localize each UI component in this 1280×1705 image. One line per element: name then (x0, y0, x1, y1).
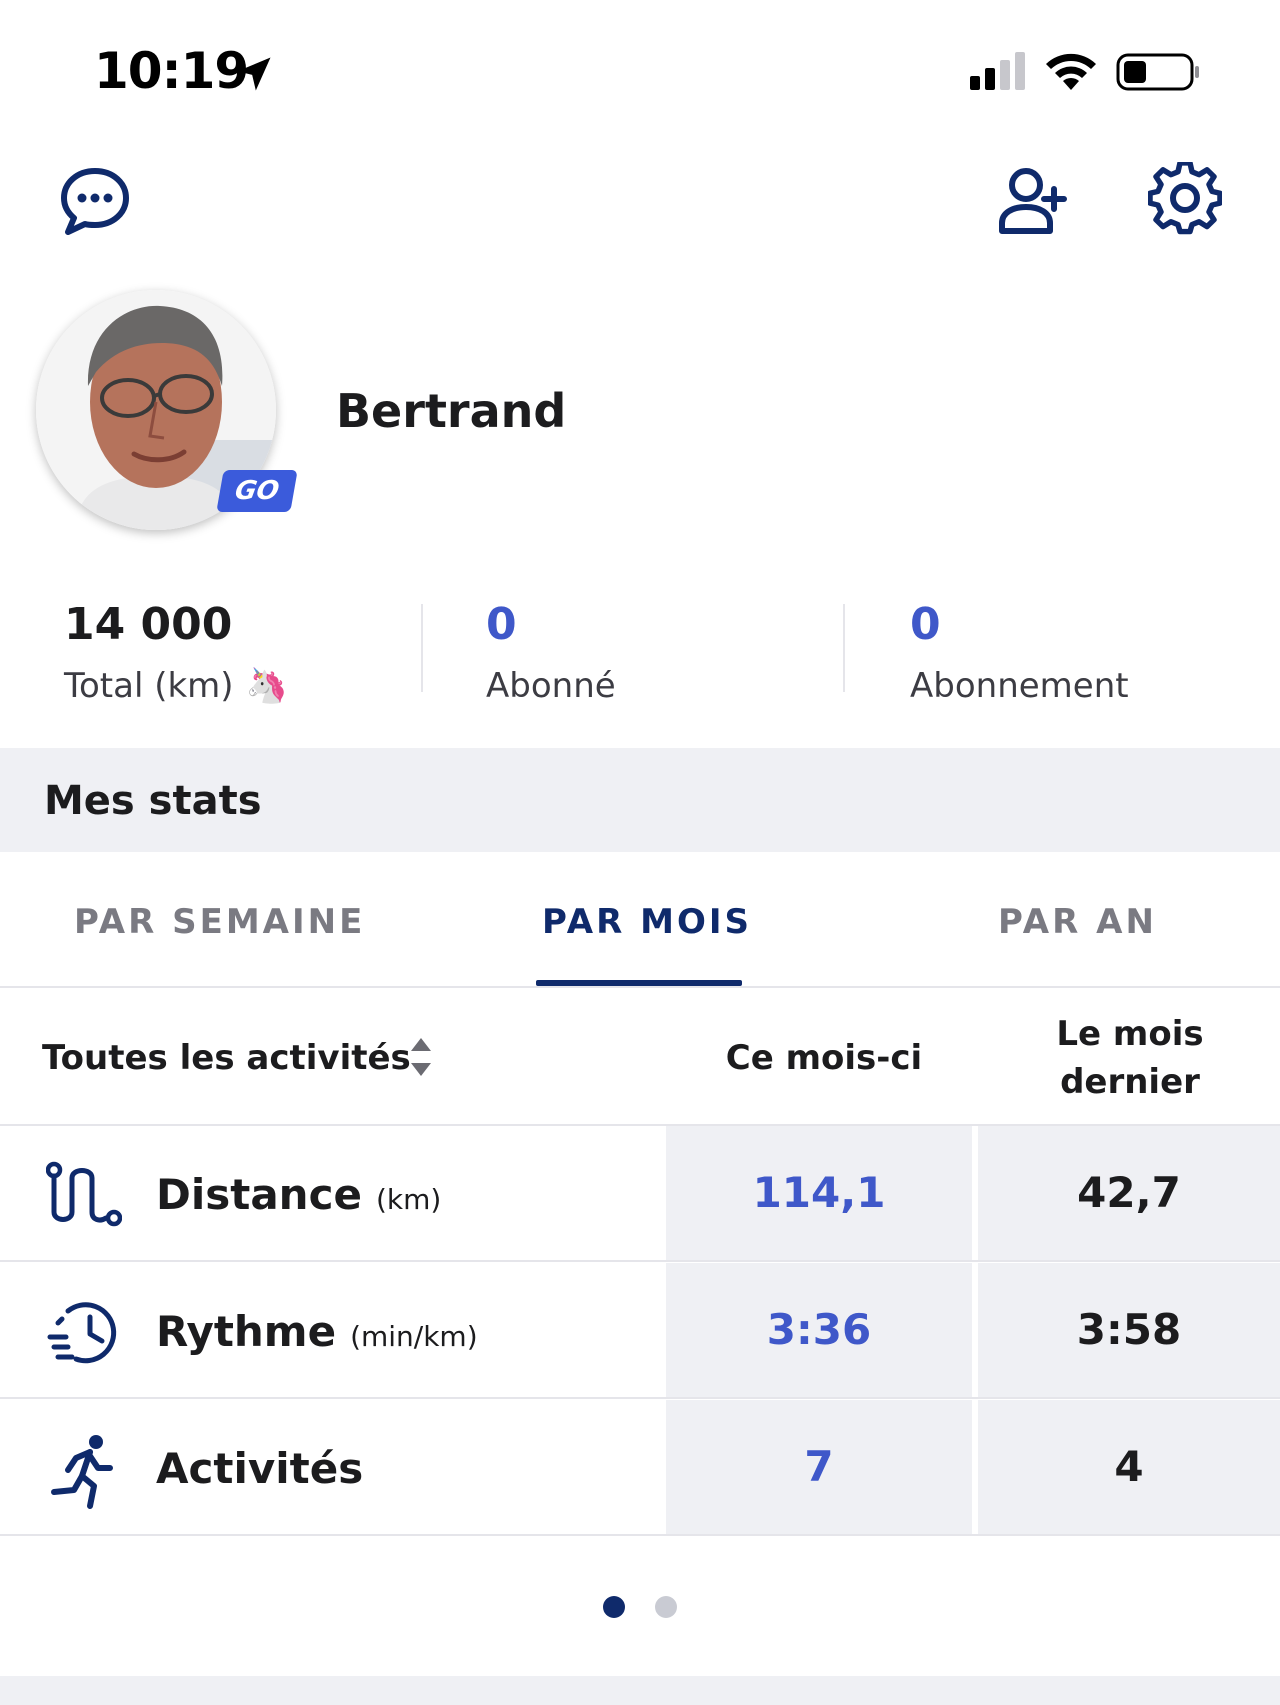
counter-divider (421, 604, 423, 692)
cellular-signal-icon (970, 52, 1025, 90)
followers-counter[interactable]: 0 Abonné (486, 599, 616, 707)
column-last-month-line1: Le mois (1056, 1014, 1204, 1054)
battery-icon (1116, 53, 1199, 91)
stat-row-distance: Distance (km) 114,1 42,7 (0, 1126, 1280, 1262)
messages-button[interactable] (58, 165, 132, 243)
followers-value: 0 (486, 599, 517, 650)
wifi-icon (1046, 53, 1096, 90)
stat-name: Rythme (min/km) (156, 1307, 478, 1356)
following-label: Abonnement (910, 666, 1129, 706)
settings-button[interactable] (1147, 160, 1223, 240)
column-last-month-line2: dernier (1060, 1062, 1200, 1102)
following-counter[interactable]: 0 Abonnement (910, 599, 1129, 707)
column-last-month: Le mois dernier (980, 1010, 1280, 1106)
location-arrow-icon (237, 57, 271, 91)
route-icon (46, 1161, 122, 1227)
stats-table-header: Toutes les activités Ce mois-ci Le mois … (0, 990, 1280, 1126)
section-title: Mes stats (44, 778, 262, 824)
followers-label: Abonné (486, 666, 616, 706)
stat-row-pace: Rythme (min/km) 3:36 3:58 (0, 1263, 1280, 1399)
tab-week[interactable]: PAR SEMAINE (74, 902, 365, 942)
total-km-counter: 14 000 Total (km) 🦄 (64, 599, 288, 707)
settings-gear-icon (1147, 160, 1223, 235)
total-km-value: 14 000 (64, 599, 233, 650)
next-section-band (0, 1676, 1280, 1705)
following-value: 0 (910, 599, 941, 650)
distance-last-month: 42,7 (978, 1126, 1280, 1260)
profile-name: Bertrand (336, 384, 567, 438)
page-dot[interactable] (655, 1596, 677, 1618)
go-badge: GO (216, 470, 298, 512)
activity-filter-select[interactable]: Toutes les activités (42, 1038, 411, 1078)
stat-name: Distance (km) (156, 1170, 442, 1219)
stat-name: Activités (156, 1444, 364, 1493)
pace-this-month: 3:36 (666, 1263, 972, 1397)
activities-this-month: 7 (666, 1400, 972, 1534)
active-tab-indicator (536, 980, 742, 986)
stats-section-header: Mes stats (0, 748, 1280, 852)
add-friend-button[interactable] (998, 165, 1068, 243)
stat-unit: (min/km) (350, 1320, 478, 1353)
stat-row-activities: Activités 7 4 (0, 1400, 1280, 1536)
activities-last-month: 4 (978, 1400, 1280, 1534)
page-dot-active[interactable] (603, 1596, 625, 1618)
add-user-icon (999, 168, 1067, 234)
status-bar: 10:19 (0, 0, 1280, 140)
tab-year[interactable]: PAR AN (998, 902, 1157, 942)
runner-icon (51, 1435, 113, 1509)
pace-clock-icon (47, 1302, 117, 1364)
column-this-month: Ce mois-ci (725, 1038, 923, 1078)
period-tabs: PAR SEMAINE PAR MOIS PAR AN (0, 852, 1280, 988)
total-km-label: Total (km) 🦄 (64, 666, 288, 706)
pace-last-month: 3:58 (978, 1263, 1280, 1397)
distance-this-month: 114,1 (666, 1126, 972, 1260)
counter-divider (843, 604, 845, 692)
sort-arrows-icon[interactable] (408, 1034, 434, 1080)
profile-avatar[interactable]: GO (36, 290, 298, 530)
stat-unit: (km) (375, 1183, 442, 1216)
chat-bubble-icon (61, 168, 129, 235)
unicorn-emoji-icon: 🦄 (245, 666, 288, 706)
status-time: 10:19 (94, 42, 249, 100)
tab-month[interactable]: PAR MOIS (542, 902, 752, 942)
page-indicator (0, 1596, 1280, 1620)
